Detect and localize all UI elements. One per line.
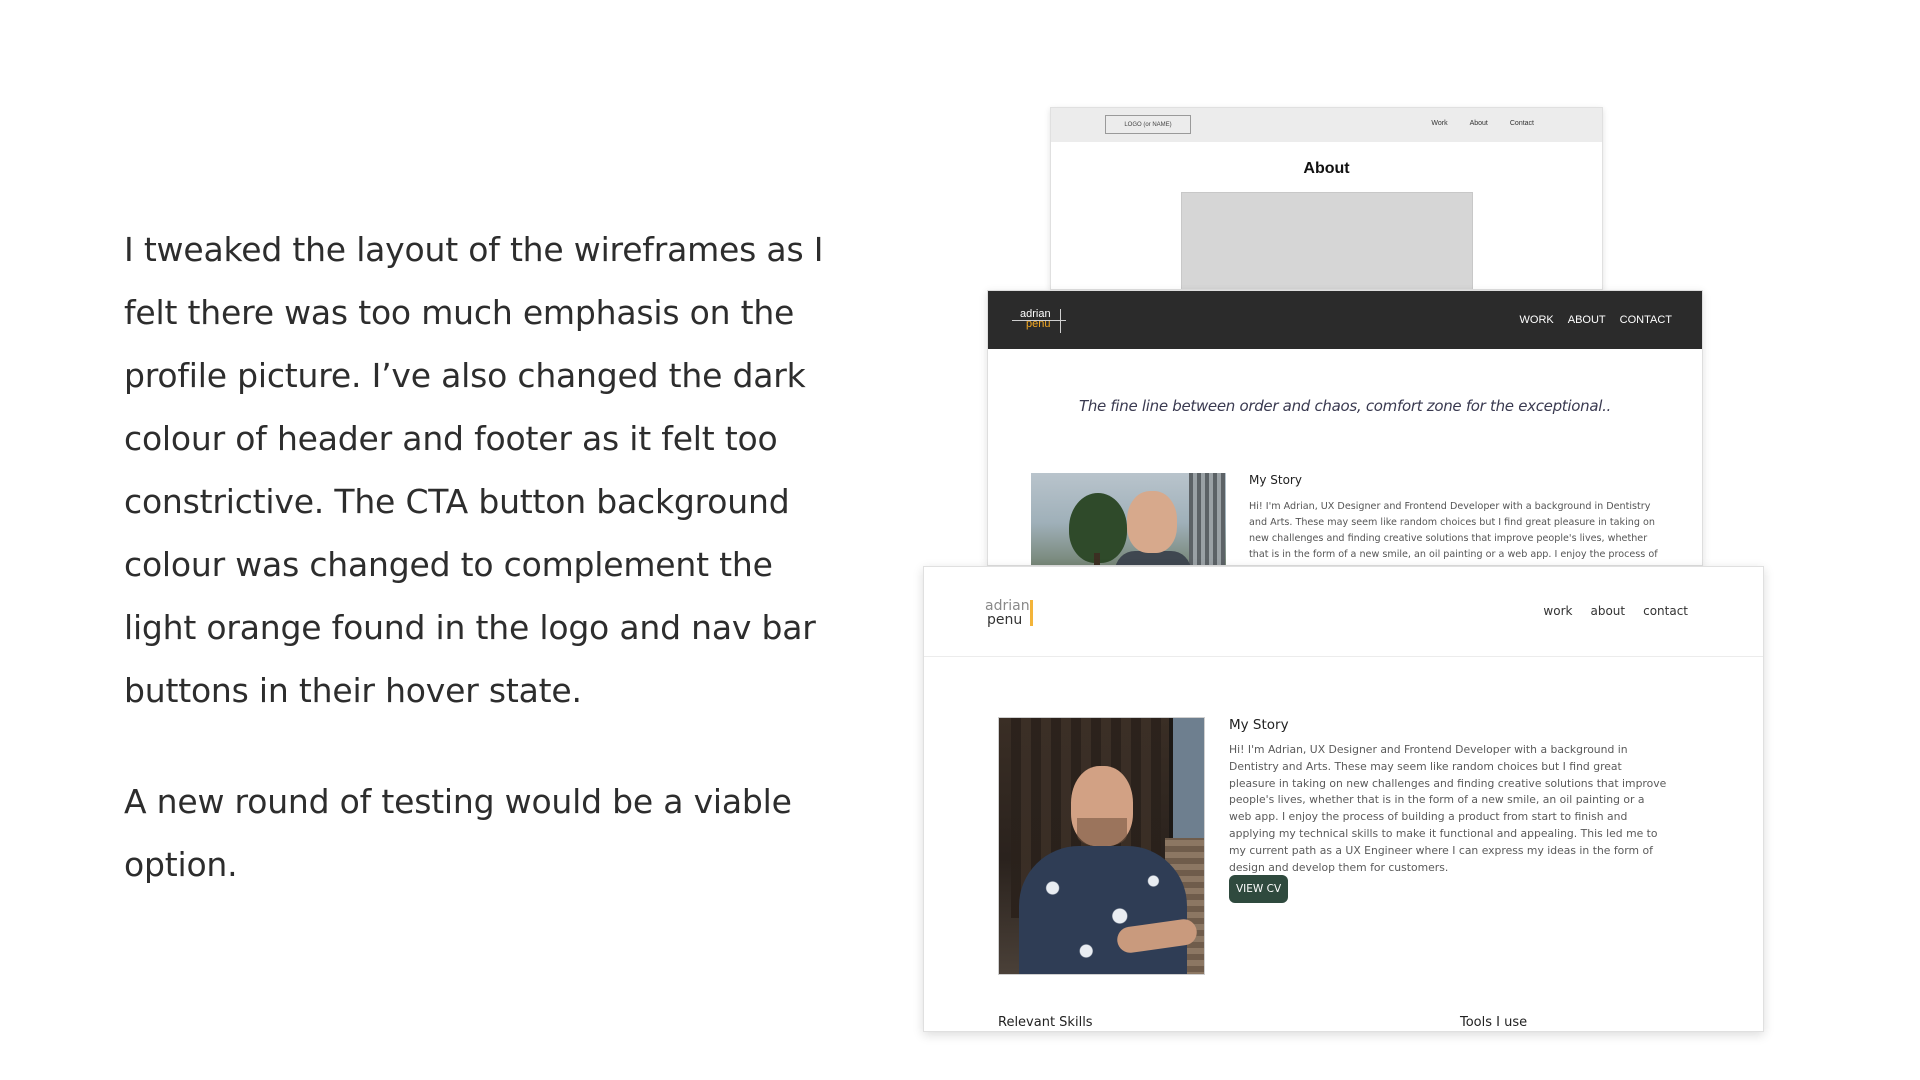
- wireframe-about-page: LOGO (or NAME) Work About Contact About: [1050, 107, 1603, 290]
- photo-window: [1169, 718, 1204, 838]
- tagline: The fine line between order and chaos, c…: [1078, 397, 1612, 415]
- photo-shirt: [1115, 551, 1191, 565]
- tools-heading: Tools I use: [1460, 1015, 1528, 1030]
- wireframe-nav-about[interactable]: About: [1470, 120, 1488, 127]
- logo-last-name: penu: [1026, 318, 1051, 330]
- relevant-skills-heading: Relevant Skills: [998, 1015, 1093, 1030]
- nav-work[interactable]: work: [1543, 604, 1572, 618]
- photo-tree-trunk: [1094, 553, 1100, 565]
- photo-pillar: [1189, 473, 1225, 565]
- story-text: Hi! I'm Adrian, UX Designer and Frontend…: [1249, 501, 1658, 560]
- wireframe-page-title: About: [1303, 160, 1350, 177]
- wireframe-image-placeholder: [1180, 192, 1473, 289]
- logo-rule-vertical: [1060, 309, 1061, 333]
- story-heading: My Story: [1249, 473, 1302, 487]
- description-paragraph-2: A new round of testing would be a viable…: [124, 782, 792, 884]
- nav-about[interactable]: ABOUT: [1568, 314, 1606, 326]
- logo-last-name: penu: [987, 612, 1023, 628]
- wireframe-nav-work[interactable]: Work: [1431, 120, 1447, 127]
- view-cv-button[interactable]: VIEW CV: [1229, 875, 1289, 903]
- header-nav: work about contact: [1543, 604, 1688, 618]
- final-about-page: adrian penu work about contact My Story …: [923, 566, 1764, 1032]
- nav-work[interactable]: WORK: [1520, 314, 1554, 326]
- story-heading: My Story: [1229, 717, 1289, 733]
- wireframe-nav-bar: LOGO (or NAME) Work About Contact: [1051, 108, 1602, 142]
- story-text: Hi! I'm Adrian, UX Designer and Frontend…: [1229, 743, 1667, 874]
- photo-beard: [1077, 818, 1127, 846]
- nav-contact[interactable]: contact: [1643, 604, 1688, 618]
- description-paragraph-1: I tweaked the layout of the wireframes a…: [124, 230, 824, 710]
- photo-head: [1127, 491, 1177, 553]
- description-text-block: I tweaked the layout of the wireframes a…: [124, 218, 844, 896]
- site-logo[interactable]: adrian penu: [1012, 309, 1072, 333]
- wireframe-logo-placeholder: LOGO (or NAME): [1105, 115, 1191, 134]
- dark-header: adrian penu WORK ABOUT CONTACT: [988, 291, 1702, 349]
- light-header: adrian penu work about contact: [924, 567, 1763, 657]
- first-iteration-about-page: adrian penu WORK ABOUT CONTACT The fine …: [987, 290, 1703, 566]
- wireframe-nav-contact[interactable]: Contact: [1510, 120, 1534, 127]
- nav-contact[interactable]: CONTACT: [1620, 314, 1672, 326]
- logo-accent-bar: [1030, 600, 1033, 626]
- profile-photo: [998, 717, 1205, 975]
- photo-patterned-shirt: [1019, 846, 1187, 974]
- profile-photo: [1031, 473, 1226, 565]
- wireframe-nav-links: Work About Contact: [1431, 120, 1534, 127]
- nav-about[interactable]: about: [1590, 604, 1625, 618]
- header-nav: WORK ABOUT CONTACT: [1520, 314, 1673, 326]
- site-logo[interactable]: adrian penu: [985, 599, 1033, 628]
